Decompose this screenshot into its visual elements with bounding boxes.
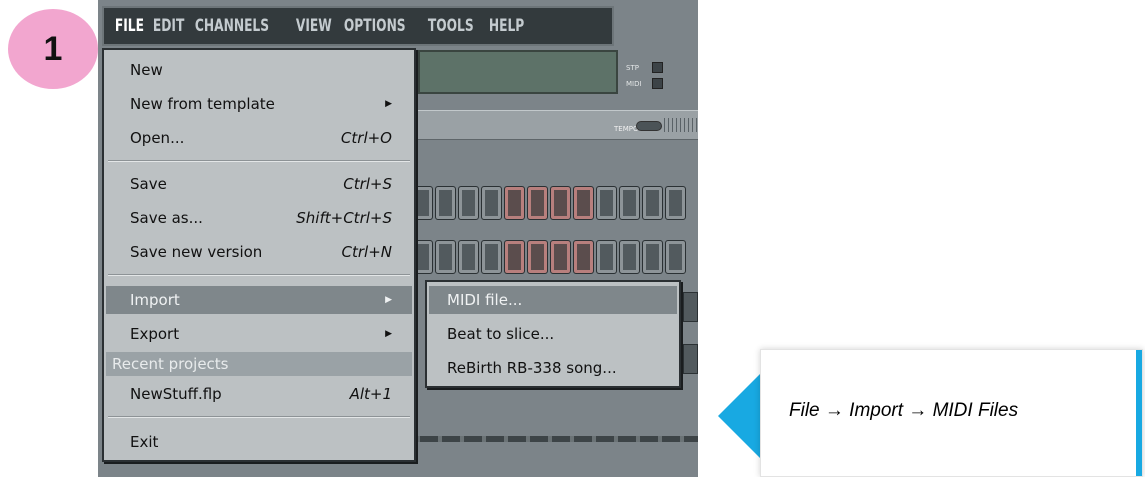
submenu-arrow-icon: ▶ xyxy=(385,99,392,109)
step-pad[interactable] xyxy=(642,240,663,274)
file-menu-dropdown: New New from template ▶ Open... Ctrl+O S… xyxy=(102,48,416,462)
step-pad[interactable] xyxy=(642,186,663,220)
tempo-label: TEMPO xyxy=(614,125,639,133)
step-pad[interactable] xyxy=(435,240,456,274)
menu-item-export[interactable]: Export ▶ xyxy=(106,320,412,348)
instruction-callout: File → Import → MIDI Files xyxy=(760,349,1143,477)
menu-item-label: Export xyxy=(130,325,180,343)
step-pad-row-2 xyxy=(412,240,686,274)
menu-item-new[interactable]: New xyxy=(106,56,412,84)
menu-item-shortcut: Ctrl+N xyxy=(341,243,392,261)
menu-item-save[interactable]: Save Ctrl+S xyxy=(106,170,412,198)
recent-projects-header: Recent projects xyxy=(106,352,412,376)
step-number-badge: 1 xyxy=(8,9,98,89)
menu-tools[interactable]: TOOLS xyxy=(425,14,477,38)
menu-item-open[interactable]: Open... Ctrl+O xyxy=(106,124,412,152)
submenu-arrow-icon: ▶ xyxy=(385,295,392,305)
step-pad[interactable] xyxy=(665,240,686,274)
step-pad[interactable] xyxy=(550,186,571,220)
midi-label: MIDI xyxy=(626,80,642,88)
menu-item-shortcut: Ctrl+O xyxy=(340,129,392,147)
menu-divider xyxy=(108,416,410,418)
step-pad[interactable] xyxy=(619,186,640,220)
step-pad[interactable] xyxy=(481,240,502,274)
menu-options[interactable]: OPTIONS xyxy=(341,14,409,38)
step-pad[interactable] xyxy=(619,240,640,274)
menu-file[interactable]: FILE xyxy=(112,14,147,38)
step-pad[interactable] xyxy=(573,186,594,220)
menu-item-shortcut: Shift+Ctrl+S xyxy=(296,209,392,227)
step-pad[interactable] xyxy=(504,240,525,274)
menu-item-shortcut: Alt+1 xyxy=(349,385,392,403)
step-pad[interactable] xyxy=(550,240,571,274)
step-pad[interactable] xyxy=(458,186,479,220)
step-pad[interactable] xyxy=(458,240,479,274)
menu-divider xyxy=(108,160,410,162)
step-pad[interactable] xyxy=(481,186,502,220)
fl-studio-screenshot: FILE EDIT CHANNELS VIEW OPTIONS TOOLS HE… xyxy=(98,0,698,477)
step-pad[interactable] xyxy=(596,240,617,274)
step-pad-row-1 xyxy=(412,186,686,220)
menu-item-label: New xyxy=(130,61,163,79)
menu-item-recent-file[interactable]: NewStuff.flp Alt+1 xyxy=(106,380,412,408)
menu-help[interactable]: HELP xyxy=(486,14,527,38)
submenu-arrow-icon: ▶ xyxy=(385,329,392,339)
step-pad[interactable] xyxy=(683,292,698,322)
step-pad[interactable] xyxy=(683,344,698,374)
callout-accent-bar xyxy=(1136,350,1142,476)
menu-item-label: Import xyxy=(130,291,180,309)
callout-text: File → Import → MIDI Files xyxy=(789,400,1019,421)
callout-pointer-icon xyxy=(718,372,762,460)
menu-item-label: New from template xyxy=(130,95,275,113)
menu-item-shortcut: Ctrl+S xyxy=(343,175,392,193)
lcd-display xyxy=(418,50,618,94)
import-submenu: MIDI file... Beat to slice... ReBirth RB… xyxy=(425,280,681,388)
menu-item-label: Exit xyxy=(130,433,159,451)
stp-label: STP xyxy=(626,64,639,72)
pattern-bar xyxy=(398,436,698,442)
menu-item-rebirth-song[interactable]: ReBirth RB-338 song... xyxy=(429,354,677,382)
midi-toggle[interactable] xyxy=(652,78,663,89)
menu-item-label: NewStuff.flp xyxy=(130,385,222,403)
menu-edit[interactable]: EDIT xyxy=(150,14,187,38)
menu-item-save-new-version[interactable]: Save new version Ctrl+N xyxy=(106,238,412,266)
step-pad[interactable] xyxy=(573,240,594,274)
menu-item-midi-file[interactable]: MIDI file... xyxy=(429,286,677,314)
tempo-ruler xyxy=(664,118,698,132)
menu-view[interactable]: VIEW xyxy=(293,14,335,38)
menu-item-import[interactable]: Import ▶ xyxy=(106,286,412,314)
menu-item-label: Open... xyxy=(130,129,185,147)
menu-item-label: Save as... xyxy=(130,209,203,227)
menu-item-label: MIDI file... xyxy=(447,291,523,309)
step-pad[interactable] xyxy=(596,186,617,220)
step-pad[interactable] xyxy=(527,186,548,220)
menu-item-label: Save xyxy=(130,175,167,193)
menu-item-label: ReBirth RB-338 song... xyxy=(447,359,617,377)
step-pad[interactable] xyxy=(435,186,456,220)
step-pad[interactable] xyxy=(665,186,686,220)
menu-divider xyxy=(108,274,410,276)
menu-item-exit[interactable]: Exit xyxy=(106,428,412,456)
step-pad[interactable] xyxy=(527,240,548,274)
menu-item-new-from-template[interactable]: New from template ▶ xyxy=(106,90,412,118)
menu-item-save-as[interactable]: Save as... Shift+Ctrl+S xyxy=(106,204,412,232)
menu-item-label: Beat to slice... xyxy=(447,325,555,343)
tempo-slider[interactable] xyxy=(636,121,662,131)
step-pad[interactable] xyxy=(504,186,525,220)
menu-channels[interactable]: CHANNELS xyxy=(192,14,272,38)
main-menubar: FILE EDIT CHANNELS VIEW OPTIONS TOOLS HE… xyxy=(102,6,614,46)
menu-item-beat-to-slice[interactable]: Beat to slice... xyxy=(429,320,677,348)
stp-toggle[interactable] xyxy=(652,62,663,73)
menu-item-label: Save new version xyxy=(130,243,263,261)
